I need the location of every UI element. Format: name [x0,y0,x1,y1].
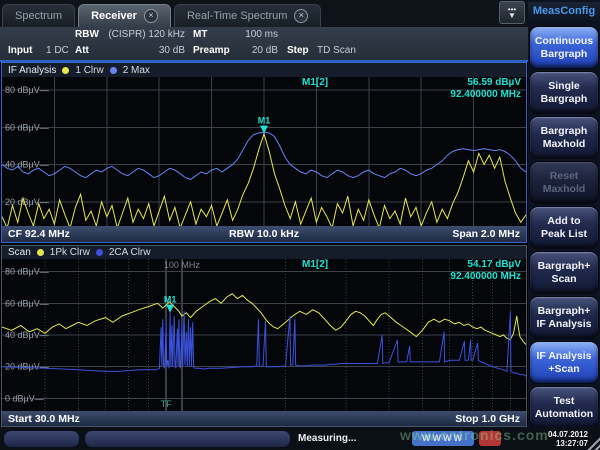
svg-text:60 dBµV—: 60 dBµV— [5,298,49,308]
trace1-label: 1 Clrw [75,65,103,76]
chevron-down-icon: ▼ [508,13,516,19]
softkey-reset-maxhold: Reset Maxhold [529,161,599,204]
scan-panel-footer: Start 30.0 MHz Stop 1.0 GHz [2,411,526,426]
measurement-status: Measuring... [298,433,356,444]
svg-text:80 dBµV—: 80 dBµV— [5,85,49,95]
tab-label: Spectrum [15,10,62,22]
tab-real-time-spectrum[interactable]: Real-Time Spectrum × [174,4,321,27]
watermark-text: www.cntronics.com [400,427,549,443]
softkey-single-bargraph[interactable]: Single Bargraph [529,71,599,114]
status-slot-1 [3,430,80,448]
softkey-bargraph-scan[interactable]: Bargraph+ Scan [529,251,599,294]
if-marker-readout: M1[2] 56.59 dBµV 92.400000 MHz [302,77,521,101]
center-frequency[interactable]: CF 92.4 MHz [8,228,179,240]
tab-receiver[interactable]: Receiver × [78,4,171,27]
step-label: Step [287,45,309,56]
if-panel-title: IF Analysis [8,65,56,76]
date-time: 04.07.2012 13:27:07 [548,430,588,448]
svg-text:100 MHz: 100 MHz [164,260,201,270]
time: 13:27:07 [548,439,588,448]
status-slot-2 [84,430,291,448]
settings-row-1: RBW (CISPR) 120 kHz MT 100 ms [0,27,528,43]
rbw-value[interactable]: (CISPR) 120 kHz [100,29,185,40]
svg-text:TF: TF [161,399,172,409]
mt-label: MT [193,29,207,40]
trace1-label: 1Pk Clrw [50,247,90,258]
input-value[interactable]: 1 DC [46,45,69,56]
stop-frequency[interactable]: Stop 1.0 GHz [264,413,520,425]
marker-level: 54.17 dBµV [467,259,521,271]
marker-level: 56.59 dBµV [467,77,521,89]
rbw-readout[interactable]: RBW 10.0 kHz [179,228,350,240]
softkey-continuous-bargraph[interactable]: Continuous Bargraph [529,26,599,69]
settings-bar: RBW (CISPR) 120 kHz MT 100 ms Input 1 DC… [0,27,528,60]
input-label: Input [8,45,32,56]
softkey-bargraph-maxhold[interactable]: Bargraph Maxhold [529,116,599,159]
trace2-dot-icon [96,249,103,256]
tab-label: Receiver [91,10,137,22]
close-icon[interactable]: × [294,9,308,23]
svg-text:20 dBµV—: 20 dBµV— [5,197,49,207]
trace1-dot-icon [62,67,69,74]
close-icon[interactable]: × [144,9,158,23]
scan-panel[interactable]: Scan 1Pk Clrw 2CA Clrw 80 dBµV—60 dBµV—4… [1,245,527,427]
date: 04.07.2012 [548,430,588,439]
tab-bar: Spectrum Receiver × Real-Time Spectrum ×… [0,0,528,27]
preamp-value[interactable]: 20 dB [228,45,278,56]
tab-overflow-button[interactable]: ••• ▼ [499,1,525,24]
svg-text:40 dBµV—: 40 dBµV— [5,160,49,170]
marker-name: M1[2] [302,77,328,89]
if-panel-footer: CF 92.4 MHz RBW 10.0 kHz Span 2.0 MHz [2,226,526,242]
scan-panel-title: Scan [8,247,31,258]
marker-name: M1[2] [302,259,328,271]
trace2-label: 2CA Clrw [109,247,151,258]
start-frequency[interactable]: Start 30.0 MHz [8,413,264,425]
if-panel-header: IF Analysis 1 Clrw 2 Max [2,63,526,77]
trace2-dot-icon [110,67,117,74]
softkey-sidebar: MeasConfig Continuous Bargraph Single Ba… [528,0,600,450]
softkey-bargraph-if-analysis[interactable]: Bargraph+ IF Analysis [529,296,599,339]
step-value[interactable]: TD Scan [317,45,356,56]
softkey-test-automation[interactable]: Test Automation [529,386,599,429]
if-analysis-panel[interactable]: IF Analysis 1 Clrw 2 Max 80 dBµV— 60 dBµV… [1,62,527,243]
att-label: Att [75,45,89,56]
rbw-label: RBW [75,29,99,40]
scan-marker-readout: M1[2] 54.17 dBµV 92.400000 MHz [302,259,521,283]
svg-text:60 dBµV—: 60 dBµV— [5,122,49,132]
softkey-if-analysis-scan[interactable]: IF Analysis +Scan [529,341,599,384]
svg-text:M1: M1 [164,295,177,305]
att-value[interactable]: 30 dB [130,45,185,56]
span-readout[interactable]: Span 2.0 MHz [349,228,520,240]
tab-label: Real-Time Spectrum [187,10,287,22]
preamp-label: Preamp [193,45,230,56]
softkey-add-to-peak-list[interactable]: Add to Peak List [529,206,599,249]
softkey-menu-title: MeasConfig [528,2,600,22]
scan-panel-header: Scan 1Pk Clrw 2CA Clrw [2,246,526,259]
svg-text:0 dBµV—: 0 dBµV— [5,393,44,403]
trace1-dot-icon [37,249,44,256]
scan-chart[interactable]: 80 dBµV—60 dBµV—40 dBµV—20 dBµV—0 dBµV—1… [2,259,526,411]
svg-text:M1: M1 [258,116,271,126]
trace2-label: 2 Max [123,65,150,76]
svg-text:80 dBµV—: 80 dBµV— [5,267,49,277]
settings-row-2: Input 1 DC Att 30 dB Preamp 20 dB Step T… [0,43,528,59]
mt-value[interactable]: 100 ms [228,29,278,40]
tab-spectrum[interactable]: Spectrum [2,4,75,27]
marker-frequency: 92.400000 MHz [302,271,521,283]
marker-frequency: 92.400000 MHz [302,89,521,101]
instrument-screen: Spectrum Receiver × Real-Time Spectrum ×… [0,0,600,450]
if-chart[interactable]: 80 dBµV— 60 dBµV— 40 dBµV— 20 dBµV— M1 M1[2]… [2,77,526,226]
